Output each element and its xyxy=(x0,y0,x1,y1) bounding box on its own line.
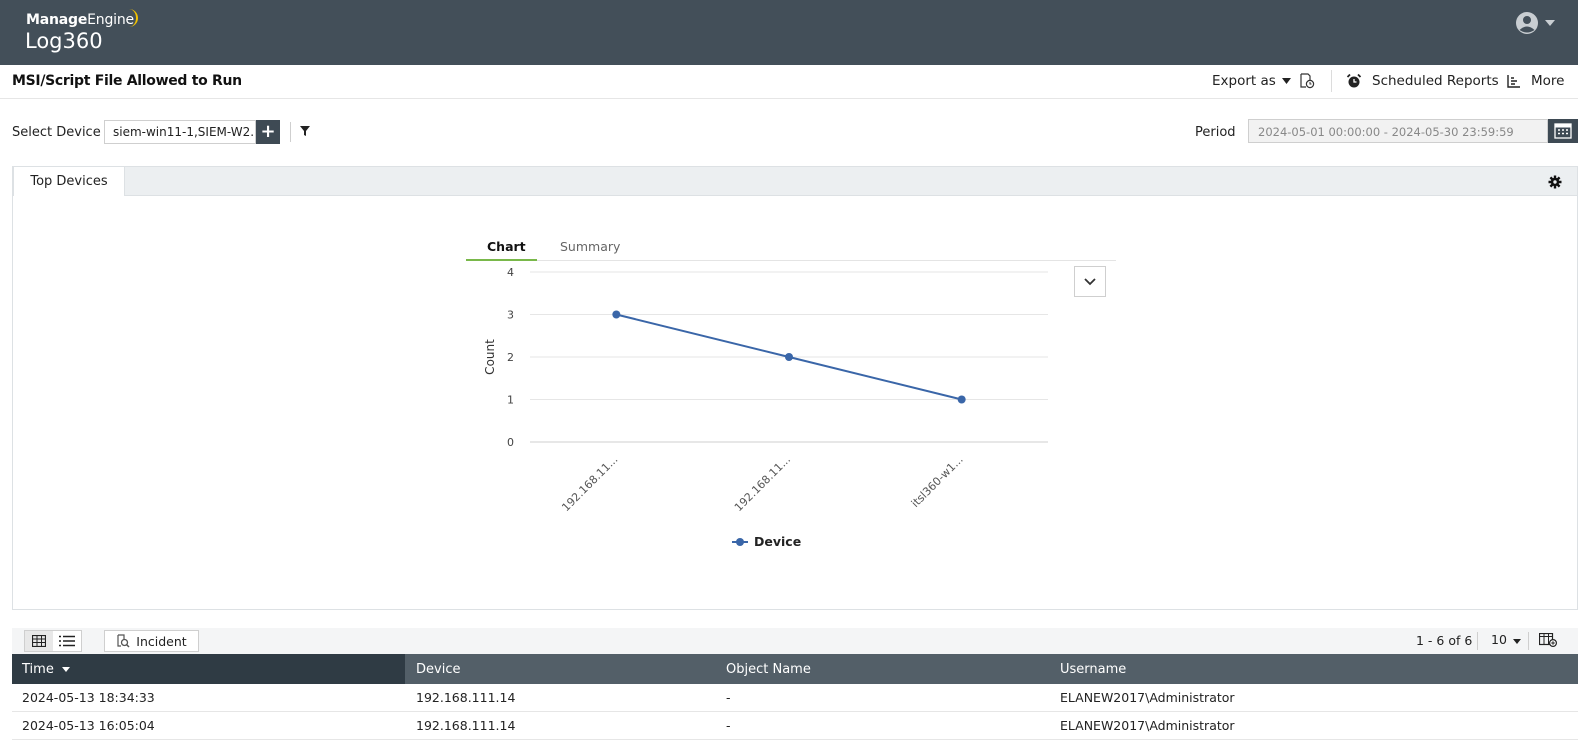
username-cell: ELANEW2017\Administrator xyxy=(1060,690,1235,705)
time-cell: 2024-05-13 16:05:04 xyxy=(22,718,155,733)
more-menu-icon xyxy=(1507,75,1520,88)
add-device-button[interactable]: + xyxy=(256,120,280,144)
period-field[interactable]: 2024-05-01 00:00:00 - 2024-05-30 23:59:5… xyxy=(1248,119,1548,143)
chevron-down-icon xyxy=(1084,277,1096,285)
user-avatar-icon xyxy=(1516,12,1538,34)
scheduled-reports-label: Scheduled Reports xyxy=(1372,73,1499,89)
export-as-button[interactable]: Export as xyxy=(1212,73,1291,89)
object-name-cell: - xyxy=(726,690,731,705)
device-selector-field[interactable]: siem-win11-1,SIEM-W2... xyxy=(104,120,256,144)
data-point xyxy=(957,395,966,404)
document-clock-icon xyxy=(1300,73,1315,89)
y-tick-label: 3 xyxy=(507,309,514,322)
column-header-object-name[interactable]: Object Name xyxy=(715,654,1049,684)
incident-label: Incident xyxy=(136,633,187,649)
product-name: Log360 xyxy=(25,29,103,53)
caret-down-icon xyxy=(1545,20,1555,26)
incident-button[interactable]: Incident xyxy=(104,630,199,652)
pager-divider xyxy=(1528,632,1529,650)
table-grid-icon xyxy=(32,635,46,647)
top-header: ManageEngine Log360 xyxy=(0,0,1578,65)
legend-marker xyxy=(736,538,744,546)
column-header-username[interactable]: Username xyxy=(1049,654,1578,684)
subtab-active-indicator xyxy=(466,259,537,261)
device-cell: 192.168.111.14 xyxy=(416,718,516,733)
list-view-button[interactable] xyxy=(53,631,81,651)
scheduled-reports-button[interactable]: Scheduled Reports xyxy=(1346,73,1499,89)
y-tick-label: 1 xyxy=(507,394,514,407)
events-table: Time Device Object Name Username 2024-05… xyxy=(12,654,1578,740)
table-row[interactable]: 2024-05-13 16:05:04 192.168.111.14 - ELA… xyxy=(12,712,1578,740)
tab-chart[interactable]: Chart xyxy=(487,239,526,254)
filter-row: Select Device siem-win11-1,SIEM-W2... + … xyxy=(0,118,1578,148)
user-menu[interactable] xyxy=(1515,10,1565,36)
table-view-button[interactable] xyxy=(25,631,53,651)
pagination-info: 1 - 6 of 6 xyxy=(1416,633,1473,648)
alarm-clock-icon xyxy=(1346,73,1362,88)
x-tick-label: 192.168.11... xyxy=(732,453,793,514)
column-header-device[interactable]: Device xyxy=(405,654,715,684)
legend-label: Device xyxy=(754,534,801,549)
report-title-bar: MSI/Script File Allowed to Run Export as… xyxy=(0,65,1578,99)
device-line-chart: 0 1 2 3 4 Count 192.168.11... 192.168.11... itsl… xyxy=(483,266,1048,549)
y-axis-label: Count xyxy=(483,339,497,375)
per-page-select[interactable]: 10 xyxy=(1491,632,1521,647)
sort-desc-icon xyxy=(61,666,70,672)
data-point xyxy=(612,310,621,319)
manageengine-logo: ManageEngine xyxy=(26,12,134,28)
y-tick-label: 2 xyxy=(507,351,514,364)
pager-divider xyxy=(1477,632,1478,650)
select-device-label: Select Device xyxy=(12,125,101,140)
caret-down-icon xyxy=(1512,639,1521,644)
view-toggle xyxy=(24,630,82,652)
tab-top-devices[interactable]: Top Devices xyxy=(13,166,125,197)
logo-arc xyxy=(128,9,138,27)
calendar-icon xyxy=(1554,123,1572,139)
subtab-underline xyxy=(466,260,1116,261)
data-point xyxy=(785,353,793,361)
x-tick-label: itsl360-w1... xyxy=(909,453,966,510)
caret-down-icon xyxy=(1281,78,1291,84)
page-title: MSI/Script File Allowed to Run xyxy=(12,73,242,89)
toolbar-divider xyxy=(1331,70,1332,92)
calendar-button[interactable] xyxy=(1548,119,1578,143)
export-label: Export as xyxy=(1212,73,1276,89)
more-label: More xyxy=(1531,73,1565,89)
y-tick-label: 4 xyxy=(507,266,514,279)
column-header-time[interactable]: Time xyxy=(12,654,405,684)
report-tab-strip: Top Devices xyxy=(12,166,1578,197)
grid-toolbar: Incident 1 - 6 of 6 10 xyxy=(12,628,1578,654)
username-cell: ELANEW2017\Administrator xyxy=(1060,718,1235,733)
table-header: Time Device Object Name Username xyxy=(12,654,1578,684)
time-cell: 2024-05-13 18:34:33 xyxy=(22,690,155,705)
table-row[interactable]: 2024-05-13 18:34:33 192.168.111.14 - ELA… xyxy=(12,684,1578,712)
incident-search-icon xyxy=(117,634,130,648)
filter-funnel-icon[interactable] xyxy=(299,125,311,137)
column-header-label: Time xyxy=(22,661,54,677)
chart-type-dropdown[interactable] xyxy=(1074,266,1106,297)
filter-divider xyxy=(290,122,291,142)
more-button[interactable]: More xyxy=(1507,73,1564,89)
schedule-export-button[interactable] xyxy=(1299,73,1315,89)
per-page-value: 10 xyxy=(1491,632,1507,647)
tab-summary[interactable]: Summary xyxy=(560,239,620,254)
x-tick-label: 192.168.11... xyxy=(559,453,620,514)
period-label: Period xyxy=(1195,125,1236,140)
column-settings-icon[interactable] xyxy=(1539,633,1557,647)
list-icon xyxy=(59,635,75,647)
y-tick-label: 0 xyxy=(507,436,514,449)
object-name-cell: - xyxy=(726,718,731,733)
gear-icon[interactable] xyxy=(1548,175,1562,189)
device-cell: 192.168.111.14 xyxy=(416,690,516,705)
